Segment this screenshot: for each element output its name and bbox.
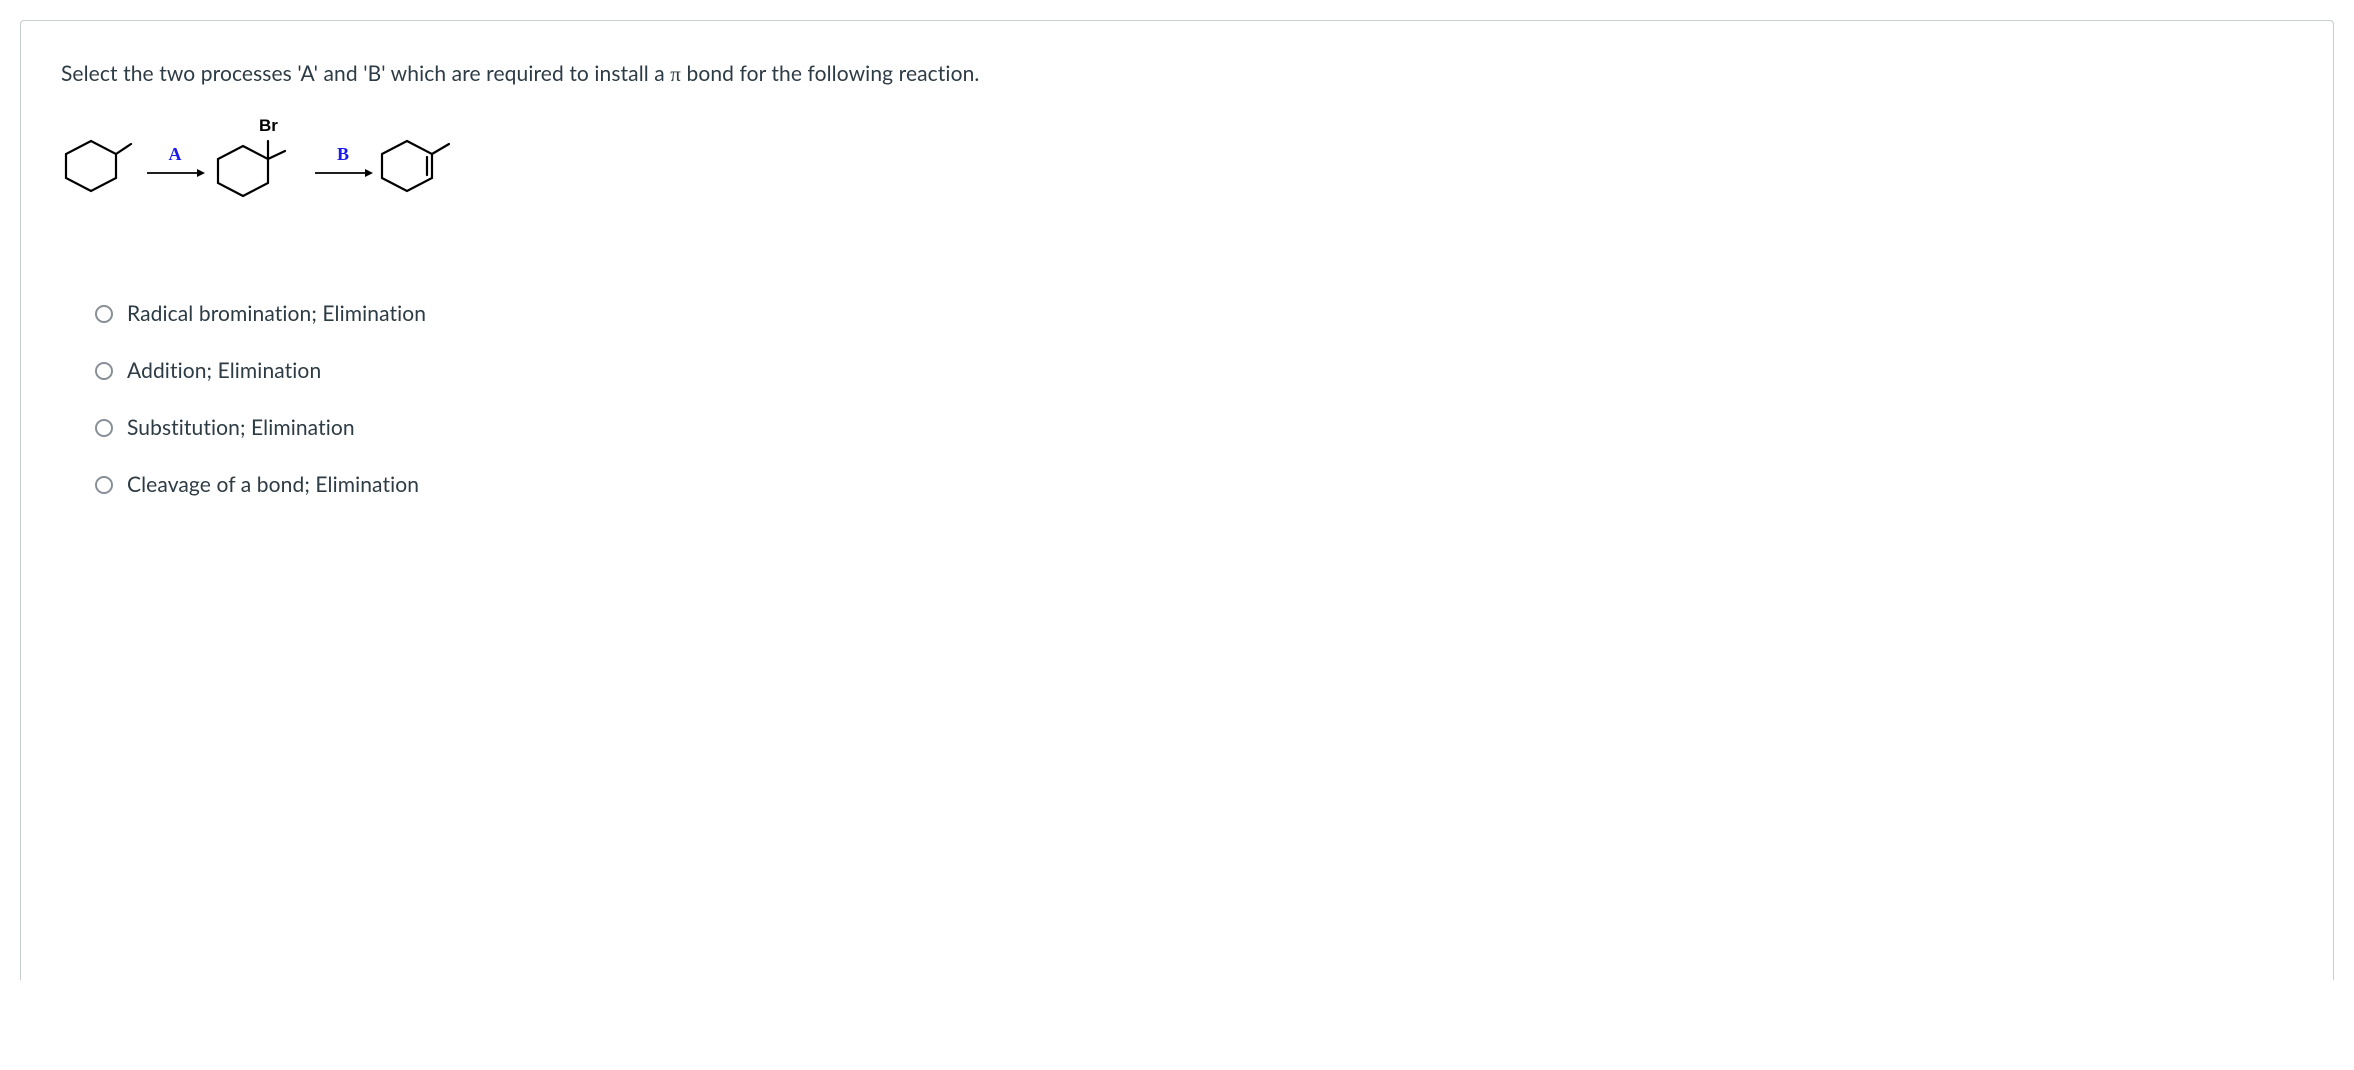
question-prompt: Select the two processes 'A' and 'B' whi… <box>61 61 2293 87</box>
prompt-pi-symbol: π <box>670 62 681 86</box>
prompt-text-pre: Select the two processes 'A' and 'B' whi… <box>61 61 670 86</box>
option-label: Radical bromination; Elimination <box>127 301 426 326</box>
question-card: Select the two processes 'A' and 'B' whi… <box>20 20 2334 980</box>
radio-icon[interactable] <box>95 362 113 380</box>
reaction-arrow-a: A <box>145 144 205 179</box>
option-2[interactable]: Addition; Elimination <box>95 358 2293 383</box>
molecule-product <box>377 116 467 206</box>
option-1[interactable]: Radical bromination; Elimination <box>95 301 2293 326</box>
arrow-icon <box>313 167 373 179</box>
br-label: Br <box>259 116 278 135</box>
step-label-b: B <box>337 144 349 165</box>
option-label: Cleavage of a bond; Elimination <box>127 472 419 497</box>
radio-icon[interactable] <box>95 476 113 494</box>
step-label-a: A <box>169 144 182 165</box>
option-4[interactable]: Cleavage of a bond; Elimination <box>95 472 2293 497</box>
reaction-scheme: A Br B <box>61 111 2293 211</box>
option-label: Substitution; Elimination <box>127 415 355 440</box>
prompt-text-post: bond for the following reaction. <box>681 61 979 86</box>
reaction-arrow-b: B <box>313 144 373 179</box>
arrow-icon <box>145 167 205 179</box>
option-3[interactable]: Substitution; Elimination <box>95 415 2293 440</box>
option-label: Addition; Elimination <box>127 358 321 383</box>
radio-icon[interactable] <box>95 305 113 323</box>
molecule-start <box>61 116 141 206</box>
molecule-intermediate: Br <box>209 111 309 211</box>
radio-icon[interactable] <box>95 419 113 437</box>
answer-options: Radical bromination; Elimination Additio… <box>95 301 2293 497</box>
